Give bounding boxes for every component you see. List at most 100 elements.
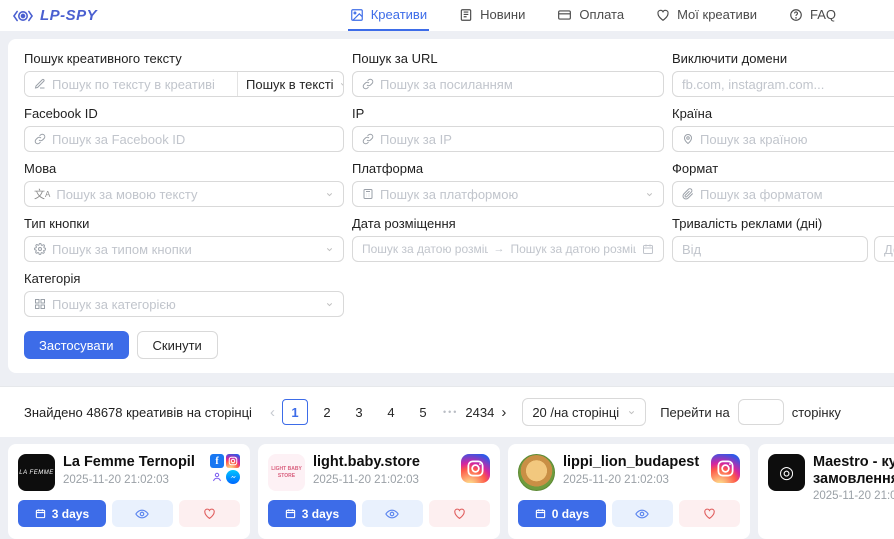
chevron-down-icon	[325, 300, 334, 309]
page-button-1[interactable]: 1	[282, 399, 308, 425]
favorite-button[interactable]	[429, 500, 490, 527]
nav-tab-label: Креативи	[371, 7, 427, 22]
format-input[interactable]	[700, 187, 894, 202]
image-icon	[350, 8, 364, 22]
creative-text-input-wrap	[25, 72, 237, 96]
results-bar: Знайдено 48678 креативів на сторінці ‹ 1…	[0, 386, 894, 437]
creative-card[interactable]: LA FEMME La Femme Ternopil 2025-11-20 21…	[8, 444, 250, 539]
page-size-select[interactable]: 20 /на сторінці	[522, 398, 646, 426]
button-type-placeholder: Пошук за типом кнопки	[52, 242, 319, 257]
eye-icon	[385, 507, 399, 521]
platform-placeholder: Пошук за платформою	[380, 187, 639, 202]
language-select[interactable]: 文A Пошук за мовою тексту	[24, 181, 344, 207]
nav-tab-my-creatives[interactable]: Мої креативи	[654, 0, 759, 31]
facebook-id-input[interactable]	[52, 132, 334, 147]
days-active-button[interactable]: 0 days	[518, 500, 606, 527]
instagram-icon	[711, 454, 740, 483]
page-button-2[interactable]: 2	[314, 399, 340, 425]
link-icon	[362, 133, 374, 145]
category-placeholder: Пошук за категорією	[52, 297, 319, 312]
reset-button[interactable]: Скинути	[137, 331, 218, 359]
messenger-icon	[226, 470, 240, 484]
favorite-button[interactable]	[679, 500, 740, 527]
button-type-select[interactable]: Пошук за типом кнопки	[24, 236, 344, 262]
question-icon	[789, 8, 803, 22]
category-select[interactable]: Пошук за категорією	[24, 291, 344, 317]
creative-card[interactable]: ◎ Maestro - кухні, меблі замовлення в Уж…	[758, 444, 894, 539]
days-active-button[interactable]: 3 days	[18, 500, 106, 527]
duration-to-input[interactable]	[884, 242, 894, 257]
calendar-icon	[35, 508, 46, 519]
card-avatar: LA FEMME	[18, 454, 55, 491]
field-label: Тривалість реклами (дні)	[672, 216, 894, 231]
link-icon	[34, 133, 46, 145]
view-button[interactable]	[362, 500, 423, 527]
news-icon	[459, 8, 473, 22]
nav-tab-payment[interactable]: Оплата	[555, 0, 626, 31]
location-pin-icon	[682, 133, 694, 145]
url-input[interactable]	[380, 77, 654, 92]
chevron-down-icon	[627, 408, 636, 417]
filter-ip: IP	[352, 106, 664, 152]
card-title: light.baby.store	[313, 454, 453, 471]
page-size-value: 20 /на сторінці	[532, 405, 619, 420]
main-nav: Креативи Новини Оплата Мої креативи FAQ	[348, 0, 838, 31]
nav-tab-news[interactable]: Новини	[457, 0, 527, 31]
creatives-grid: LA FEMME La Femme Ternopil 2025-11-20 21…	[0, 437, 894, 539]
card-avatar	[518, 454, 555, 491]
page-button-4[interactable]: 4	[378, 399, 404, 425]
filter-exclude-domains: Виключити домени	[672, 51, 894, 97]
page-button-5[interactable]: 5	[410, 399, 436, 425]
view-button[interactable]	[112, 500, 173, 527]
audience-network-icon	[210, 470, 224, 484]
days-active-button[interactable]: 3 days	[268, 500, 356, 527]
page-button-3[interactable]: 3	[346, 399, 372, 425]
creative-card[interactable]: lippi_lion_budapest 2025-11-20 21:02:03 …	[508, 444, 750, 539]
heart-icon	[453, 507, 466, 520]
pagination: ‹ 1 2 3 4 5 ••• 2434 ›	[266, 399, 510, 425]
creative-card[interactable]: LIGHT BABY STORE light.baby.store 2025-1…	[258, 444, 500, 539]
results-summary: Знайдено 48678 креативів на сторінці	[24, 405, 252, 420]
chevron-down-icon	[645, 190, 654, 199]
field-label: Платформа	[352, 161, 664, 176]
goto-page-input[interactable]	[738, 399, 784, 425]
next-page-button[interactable]: ›	[497, 404, 510, 421]
chevron-down-icon	[325, 245, 334, 254]
creative-text-input[interactable]	[52, 77, 228, 92]
nav-tab-creatives[interactable]: Креативи	[348, 0, 429, 31]
eye-icon	[635, 507, 649, 521]
instagram-icon	[461, 454, 490, 483]
exclude-domains-input[interactable]	[682, 77, 894, 92]
card-avatar: ◎	[768, 454, 805, 491]
search-mode-select[interactable]: Пошук в тексті	[237, 72, 344, 96]
nav-tab-faq[interactable]: FAQ	[787, 0, 838, 31]
pagination-ellipsis[interactable]: •••	[443, 407, 458, 417]
heart-icon	[703, 507, 716, 520]
filter-country: Країна	[672, 106, 894, 152]
view-button[interactable]	[612, 500, 673, 527]
nav-tab-label: Оплата	[579, 7, 624, 22]
search-mode-value: Пошук в тексті	[246, 77, 334, 92]
filter-button-type: Тип кнопки Пошук за типом кнопки	[24, 216, 344, 262]
page-button-last[interactable]: 2434	[465, 399, 494, 425]
platform-select[interactable]: Пошук за платформою	[352, 181, 664, 207]
language-placeholder: Пошук за мовою тексту	[56, 187, 319, 202]
heart-icon	[203, 507, 216, 520]
prev-page-button[interactable]: ‹	[266, 404, 279, 421]
country-input[interactable]	[700, 132, 894, 147]
gear-icon	[34, 243, 46, 255]
ip-input[interactable]	[380, 132, 654, 147]
chevron-down-icon	[339, 80, 344, 89]
calendar-icon	[535, 508, 546, 519]
date-from-placeholder: Пошук за датою розміщення	[362, 242, 488, 256]
favorite-button[interactable]	[179, 500, 240, 527]
date-range-picker[interactable]: Пошук за датою розміщення → Пошук за дат…	[352, 236, 664, 262]
apply-button[interactable]: Застосувати	[24, 331, 129, 359]
field-label: Країна	[672, 106, 894, 121]
duration-from-input[interactable]	[682, 242, 858, 257]
brand-logo[interactable]: LP-SPY	[12, 7, 97, 24]
filter-creative-text: Пошук креативного тексту Пошук в тексті	[24, 51, 344, 97]
filter-placement-date: Дата розміщення Пошук за датою розміщенн…	[352, 216, 664, 262]
brand-name: LP-SPY	[40, 7, 97, 24]
filter-duration: Тривалість реклами (дні)	[672, 216, 894, 262]
